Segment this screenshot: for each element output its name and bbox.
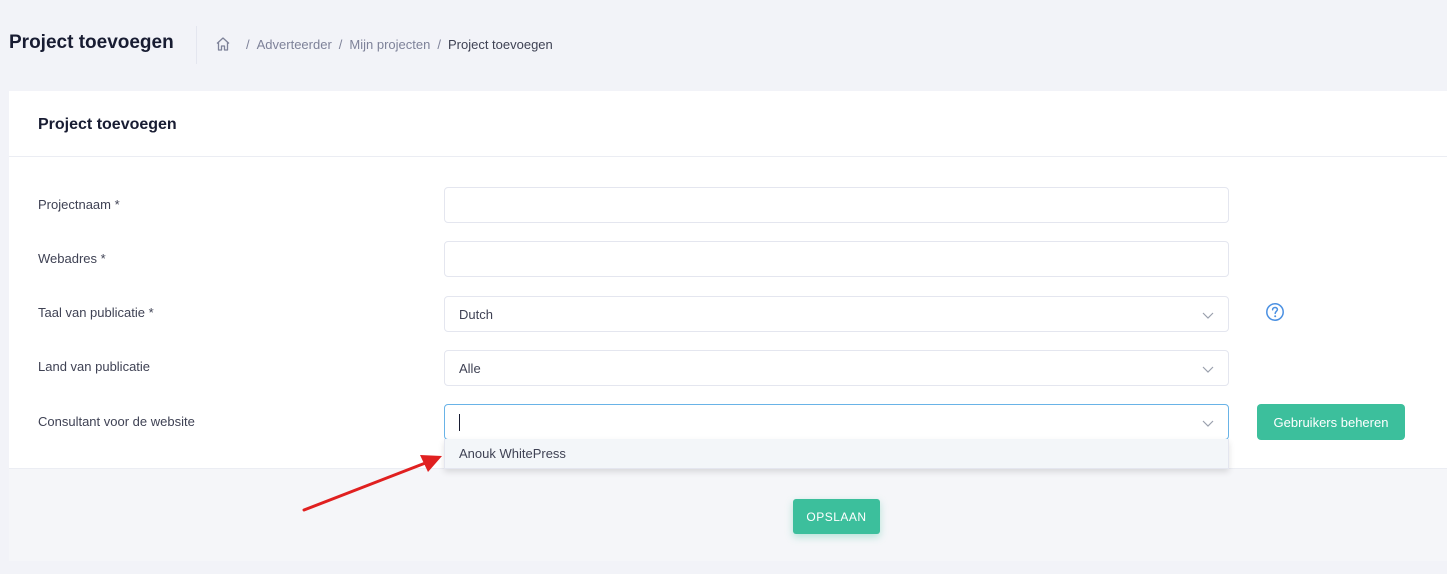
web-address-input[interactable] [444, 241, 1229, 277]
project-name-input[interactable] [444, 187, 1229, 223]
subheader: Project toevoegen / Adverteerder / Mijn … [0, 0, 1447, 90]
dropdown-option[interactable]: Anouk WhitePress [459, 446, 566, 461]
breadcrumb-separator: / [246, 36, 250, 52]
project-form-card: Project toevoegen Projectnaam * Webadres… [9, 91, 1447, 561]
language-label: Taal van publicatie * [38, 305, 154, 320]
text-cursor [459, 414, 460, 431]
help-icon[interactable] [1265, 302, 1285, 322]
breadcrumb-adverteerder[interactable]: Adverteerder [257, 37, 332, 52]
breadcrumb-current: Project toevoegen [447, 36, 553, 52]
annotation-arrow-icon [302, 455, 442, 512]
chevron-down-icon [1202, 366, 1214, 373]
breadcrumb-separator: / [338, 36, 343, 52]
chevron-down-icon [1202, 312, 1214, 319]
card-footer: OPSLAAN [9, 468, 1447, 561]
save-button[interactable]: OPSLAAN [793, 499, 880, 534]
breadcrumb: / Adverteerder / Mijn projecten / Projec… [215, 36, 553, 52]
manage-users-button[interactable]: Gebruikers beheren [1257, 404, 1405, 440]
project-name-label: Projectnaam * [38, 197, 120, 212]
breadcrumb-mijn-projecten[interactable]: Mijn projecten [349, 37, 430, 52]
chevron-down-icon [1202, 420, 1214, 427]
card-header: Project toevoegen [9, 91, 1447, 157]
page-title: Project toevoegen [9, 32, 174, 53]
language-value: Dutch [459, 307, 493, 322]
country-select[interactable]: Alle [444, 350, 1229, 386]
home-icon[interactable] [215, 36, 231, 52]
consultant-dropdown: Anouk WhitePress [444, 439, 1229, 469]
country-label: Land van publicatie [38, 359, 151, 374]
consultant-select[interactable] [444, 404, 1229, 440]
country-value: Alle [459, 361, 481, 376]
consultant-label: Consultant voor de website [38, 414, 195, 429]
card-title: Project toevoegen [38, 116, 177, 133]
divider [196, 26, 197, 64]
breadcrumb-separator: / [437, 36, 441, 52]
web-address-label: Webadres * [38, 251, 106, 266]
language-select[interactable]: Dutch [444, 296, 1229, 332]
